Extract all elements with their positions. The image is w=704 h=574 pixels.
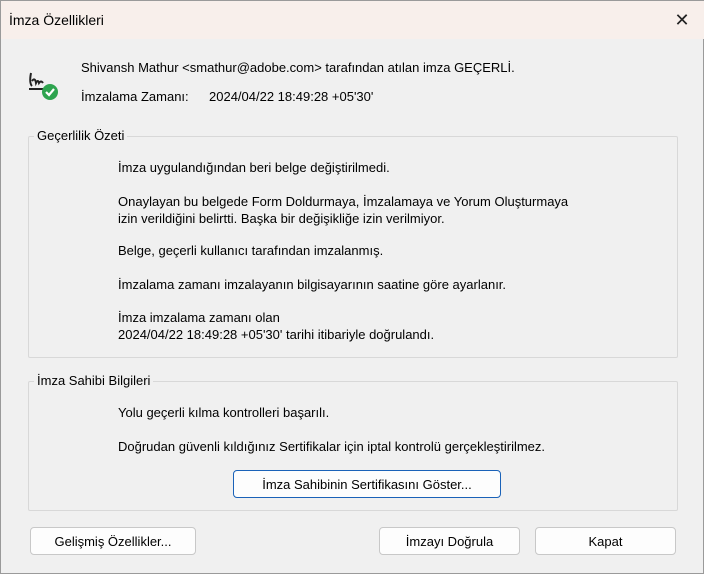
- validity-line: İmza uygulandığından beri belge değiştir…: [118, 160, 390, 175]
- signing-time-value: 2024/04/22 18:49:28 +05'30': [209, 89, 374, 104]
- close-icon[interactable]: ✕: [659, 1, 704, 39]
- signer-info-label: İmza Sahibi Bilgileri: [34, 373, 154, 388]
- signer-line: Doğrudan güvenli kıldığınız Sertifikalar…: [118, 439, 546, 454]
- validity-line: Belge, geçerli kullanıcı tarafından imza…: [118, 243, 384, 258]
- signer-line: Yolu geçerli kılma kontrolleri başarılı.: [118, 405, 330, 420]
- title-bar: İmza Özellikleri ✕: [1, 1, 704, 39]
- show-certificate-button[interactable]: İmza Sahibinin Sertifikasını Göster...: [233, 470, 501, 498]
- valid-signature-icon: [29, 72, 58, 100]
- advanced-properties-button[interactable]: Gelişmiş Özellikler...: [30, 527, 196, 555]
- signature-status: Shivansh Mathur <smathur@adobe.com> tara…: [81, 60, 515, 75]
- window-title: İmza Özellikleri: [9, 12, 104, 28]
- validity-line: İmzalama zamanı imzalayanın bilgisayarın…: [118, 277, 507, 292]
- validity-line: izin verildiğini belirtti. Başka bir değ…: [118, 211, 445, 226]
- close-button[interactable]: Kapat: [535, 527, 676, 555]
- validity-summary-label: Geçerlilik Özeti: [34, 128, 128, 143]
- signing-time-label: İmzalama Zamanı:: [81, 89, 189, 104]
- validity-line: Onaylayan bu belgede Form Doldurmaya, İm…: [118, 194, 569, 209]
- validate-signature-button[interactable]: İmzayı Doğrula: [379, 527, 520, 555]
- validity-line: İmza imzalama zamanı olan: [118, 310, 280, 325]
- validity-line: 2024/04/22 18:49:28 +05'30' tarihi itiba…: [118, 327, 435, 342]
